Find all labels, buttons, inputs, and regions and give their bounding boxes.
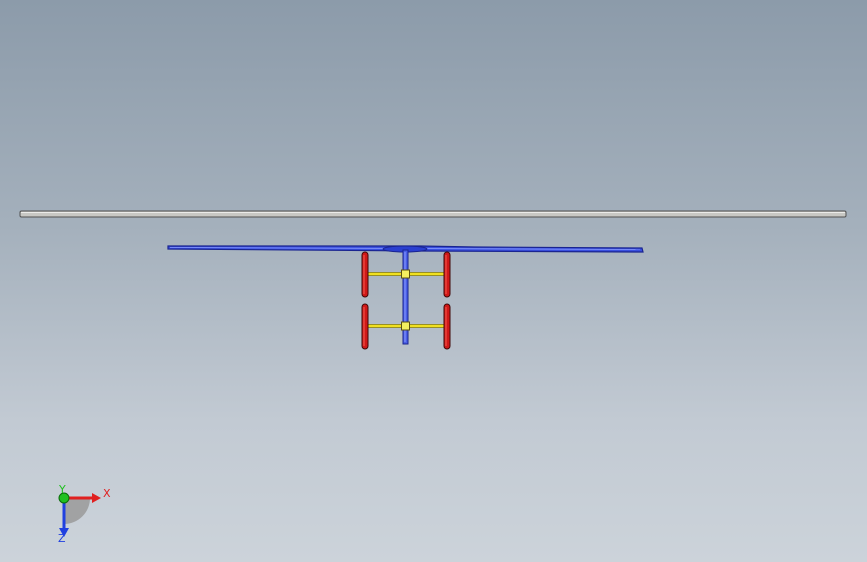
wheel-rear-right[interactable]: [443, 303, 451, 350]
triad-quadrant: [64, 498, 90, 524]
coordinate-triad-icon: X Y Z: [58, 483, 111, 545]
y-axis-label: Y: [58, 483, 66, 496]
rail-part[interactable]: [19, 210, 847, 218]
rear-axle[interactable]: [365, 321, 445, 331]
wheel-rear-left[interactable]: [361, 303, 369, 350]
model-view[interactable]: X Y Z: [0, 0, 867, 562]
x-axis-arrowhead: [92, 493, 101, 503]
z-axis-label: Z: [58, 532, 66, 545]
3d-viewport[interactable]: X Y Z: [0, 0, 867, 562]
front-axle-hub: [401, 269, 410, 279]
x-axis-label: X: [103, 487, 111, 500]
front-axle[interactable]: [365, 269, 445, 279]
wheel-front-left[interactable]: [361, 251, 369, 298]
rear-axle-hub: [401, 321, 410, 331]
wheel-front-right[interactable]: [443, 251, 451, 298]
